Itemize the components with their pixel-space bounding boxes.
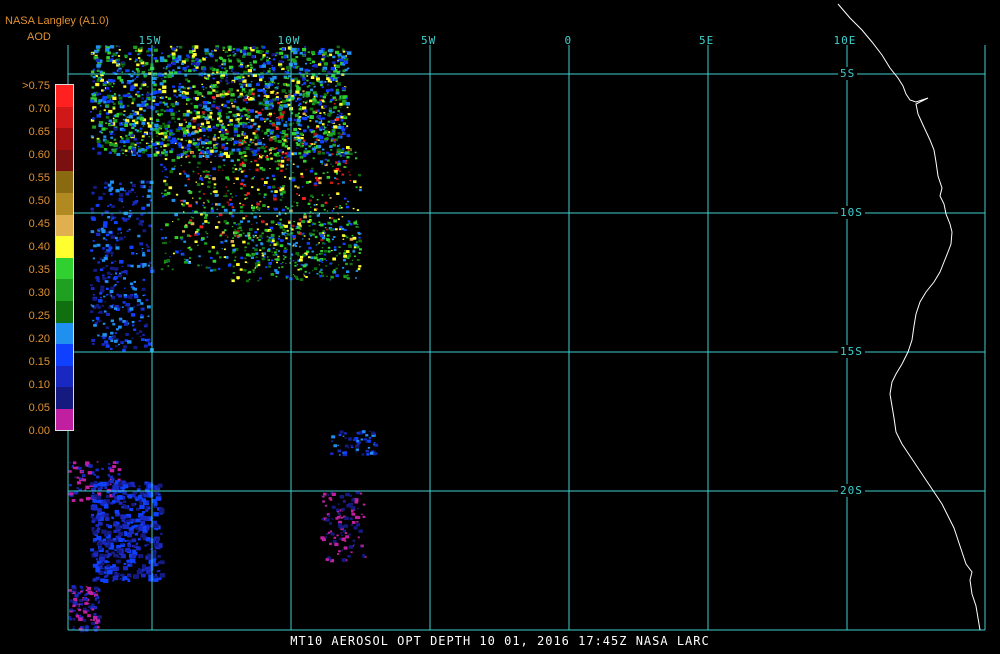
map-canvas (0, 0, 1000, 650)
legend-label: 0.45 (28, 218, 50, 230)
legend-label: 0.50 (28, 195, 50, 207)
latitude-label: 10S (838, 206, 865, 219)
coastline (837, 3, 981, 631)
longitude-label: 10W (277, 34, 301, 47)
latitude-label: 20S (838, 484, 865, 497)
product-label: AOD (27, 31, 51, 43)
longitude-label: 5W (421, 34, 437, 47)
latitude-label: 15S (838, 345, 865, 358)
legend-label: 0.30 (28, 287, 50, 299)
legend-label: 0.35 (28, 264, 50, 276)
aod-map (67, 3, 986, 633)
legend-label: 0.10 (28, 379, 50, 391)
longitude-label: 0 (564, 34, 573, 47)
longitude-label: 5E (699, 34, 715, 47)
legend-label: 0.70 (28, 103, 50, 115)
legend-label: 0.65 (28, 126, 50, 138)
legend-label: 0.40 (28, 241, 50, 253)
legend-frame (55, 84, 74, 431)
source-label: NASA Langley (A1.0) (5, 15, 109, 27)
lat-lon-grid (67, 45, 986, 631)
legend-label: >0.75 (22, 80, 50, 92)
legend-label: 0.60 (28, 149, 50, 161)
legend-label: 0.25 (28, 310, 50, 322)
aod-pixels (68, 45, 379, 633)
legend-label: 0.00 (28, 425, 50, 437)
legend-label: 0.05 (28, 402, 50, 414)
longitude-label: 15W (138, 34, 162, 47)
legend-label: 0.15 (28, 356, 50, 368)
map-caption: MT10 AEROSOL OPT DEPTH 10 01, 2016 17:45… (290, 634, 710, 648)
legend-label: 0.55 (28, 172, 50, 184)
latitude-label: 5S (838, 67, 858, 80)
longitude-label: 10E (833, 34, 857, 47)
legend-label: 0.20 (28, 333, 50, 345)
